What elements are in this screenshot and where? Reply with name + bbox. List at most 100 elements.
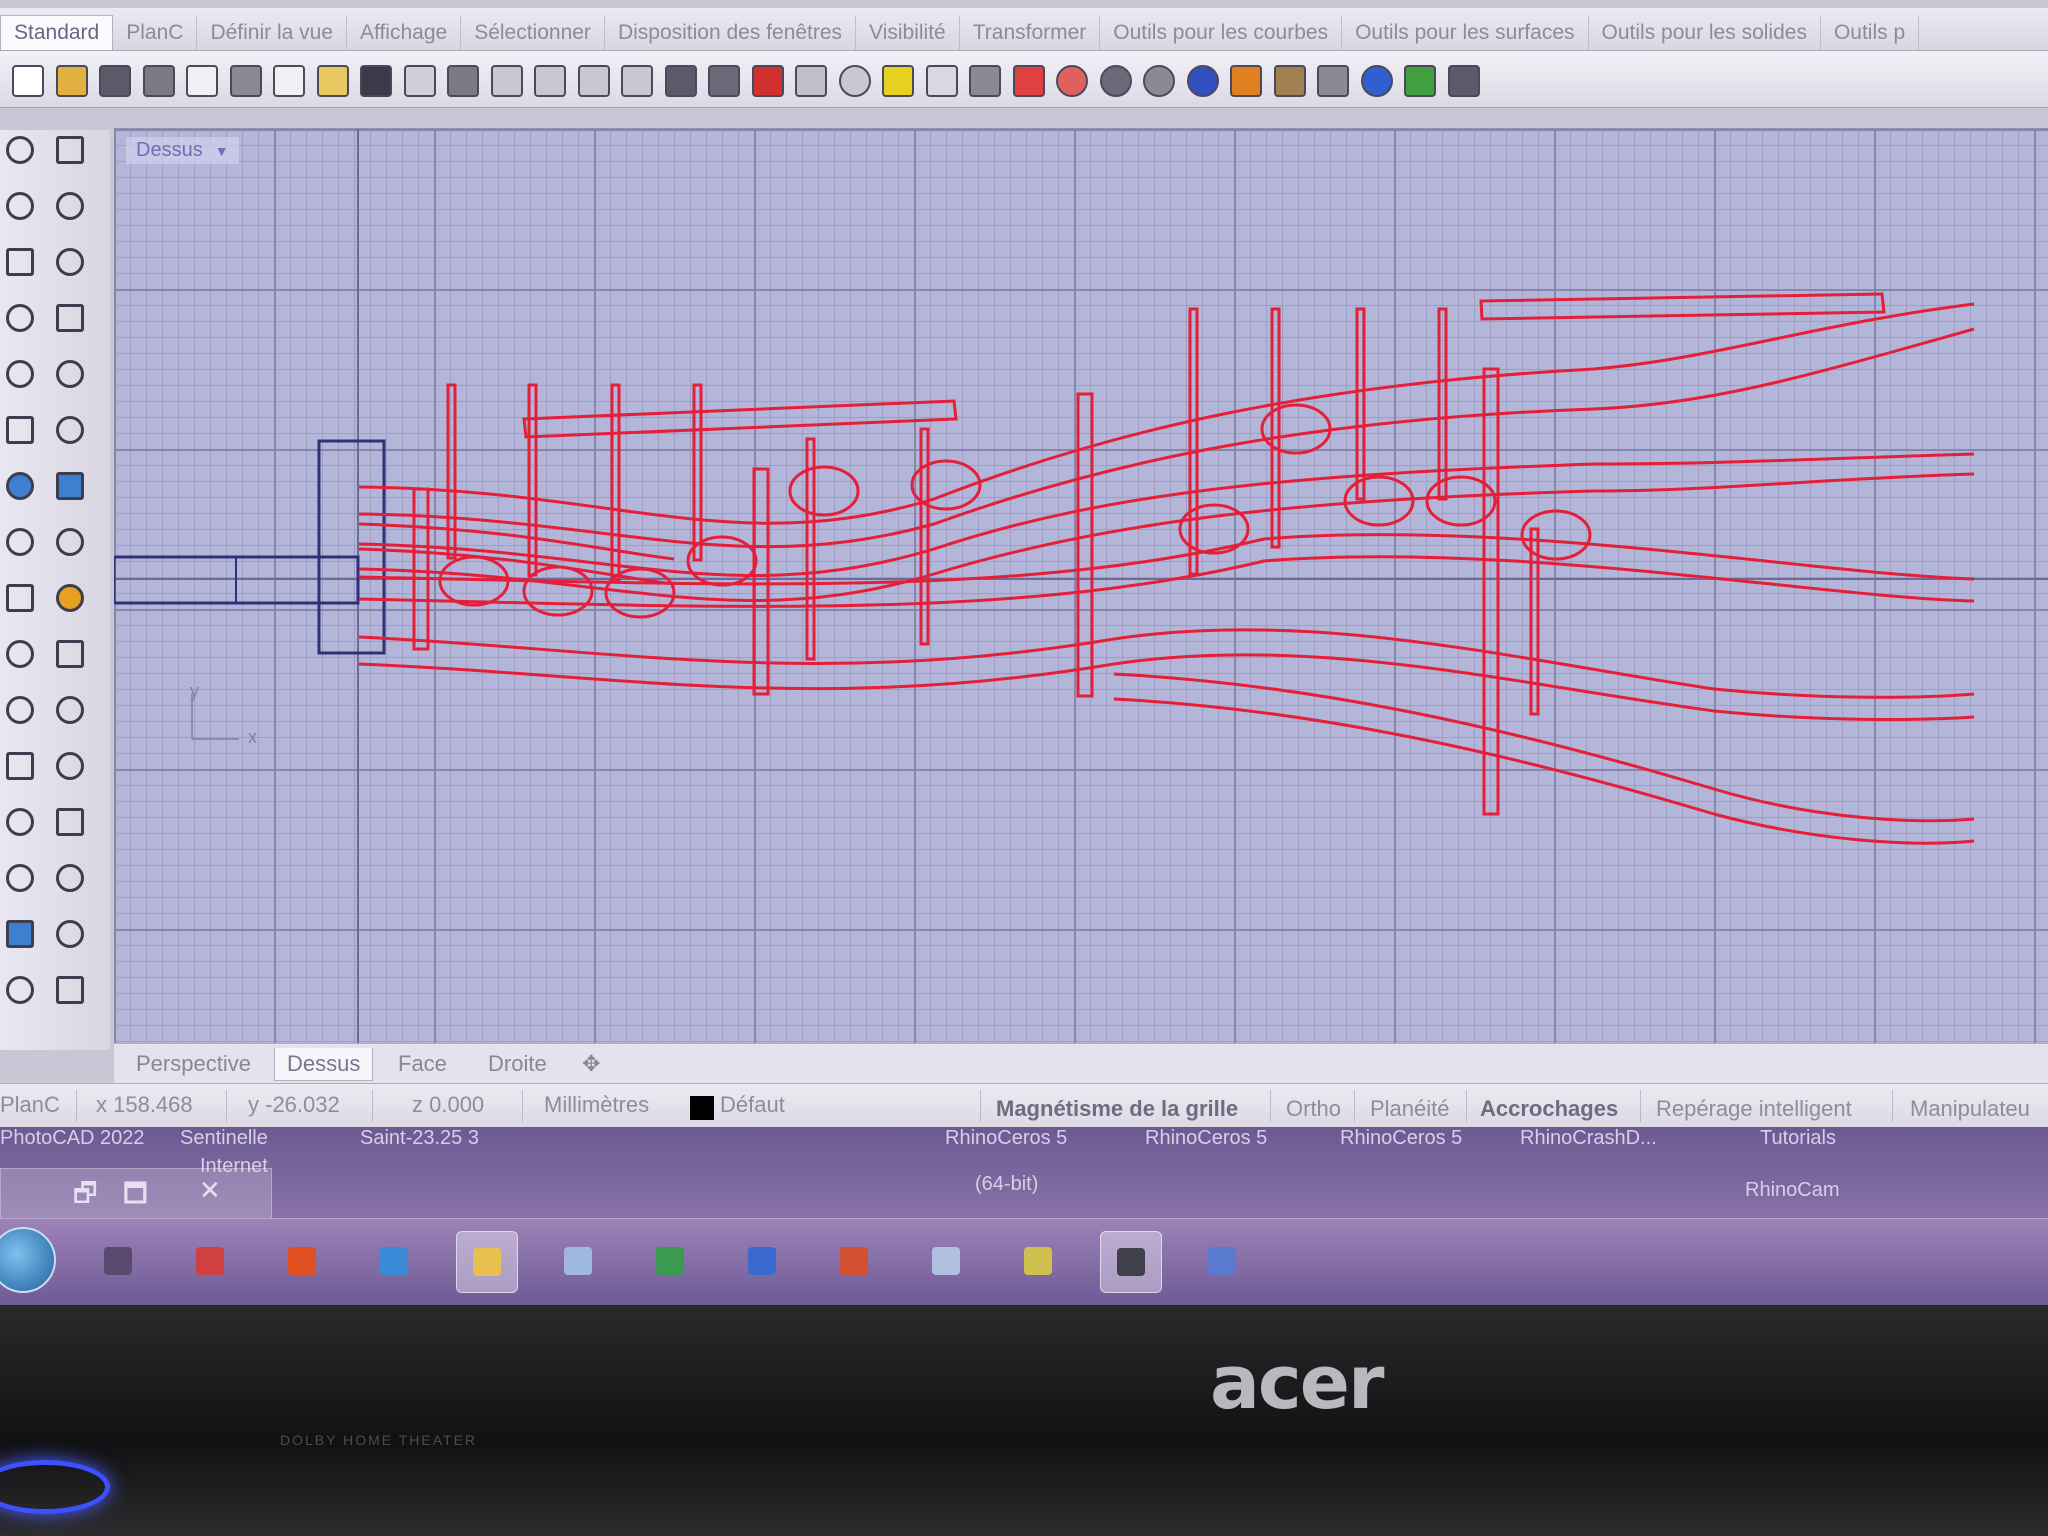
- explorer-folder-icon[interactable]: [456, 1231, 518, 1293]
- desktop-label[interactable]: Saint-23.25 3: [360, 1127, 479, 1150]
- move-view-icon[interactable]: [441, 59, 481, 99]
- tab-standard[interactable]: Standard: [0, 15, 114, 50]
- top-viewport[interactable]: Dessus ▼ y x: [114, 128, 2048, 1044]
- rotate-view-icon[interactable]: [659, 59, 699, 99]
- gumball-icon[interactable]: [1442, 59, 1482, 99]
- explode-icon[interactable]: [50, 578, 90, 618]
- dimension-icon[interactable]: [1224, 59, 1264, 99]
- surface-icon[interactable]: [0, 410, 40, 450]
- status-layer[interactable]: Défaut: [720, 1092, 785, 1118]
- status-units[interactable]: Millimètres: [544, 1092, 649, 1118]
- shaded-sphere-icon[interactable]: [1137, 59, 1177, 99]
- cut-icon[interactable]: [224, 59, 264, 99]
- tab-ribbon-9[interactable]: Outils pour les surfaces: [1342, 16, 1589, 50]
- minimized-window[interactable]: 🗗 🗖 ✕: [0, 1168, 272, 1222]
- extrude-icon[interactable]: [50, 410, 90, 450]
- clock-icon[interactable]: [833, 59, 873, 99]
- app-icon[interactable]: [1192, 1231, 1252, 1291]
- undo-icon[interactable]: [354, 59, 394, 99]
- help-icon[interactable]: [1355, 59, 1395, 99]
- tab-dessus[interactable]: Dessus: [274, 1048, 374, 1081]
- excel-icon[interactable]: [640, 1231, 700, 1291]
- wireframe-sphere-icon[interactable]: [1094, 59, 1134, 99]
- plane-surface-icon[interactable]: [50, 522, 90, 562]
- blend-icon[interactable]: [50, 746, 90, 786]
- lock-icon[interactable]: [963, 59, 1003, 99]
- rectangle-tool-icon[interactable]: [50, 186, 90, 226]
- open-icon[interactable]: [50, 59, 90, 99]
- word-icon[interactable]: [732, 1231, 792, 1291]
- tab-ribbon-4[interactable]: Sélectionner: [461, 16, 605, 50]
- measure-icon[interactable]: [50, 914, 90, 954]
- add-view-icon[interactable]: ✥: [570, 1048, 612, 1080]
- desktop-label[interactable]: RhinoCrashD...: [1520, 1127, 1657, 1150]
- office-icon[interactable]: [272, 1231, 332, 1291]
- desktop-label[interactable]: Tutorials: [1760, 1127, 1836, 1150]
- toggle-grid-snap[interactable]: Magnétisme de la grille: [996, 1096, 1238, 1122]
- print-icon[interactable]: [137, 59, 177, 99]
- desktop-label[interactable]: Sentinelle: [180, 1127, 268, 1150]
- points-icon[interactable]: [876, 59, 916, 99]
- array-icon[interactable]: [0, 858, 40, 898]
- save-icon[interactable]: [93, 59, 133, 99]
- tab-perspective[interactable]: Perspective: [124, 1048, 263, 1080]
- ellipse-icon[interactable]: [50, 242, 90, 282]
- tab-ribbon-7[interactable]: Transformer: [960, 16, 1101, 50]
- viewport-layout-icon[interactable]: [702, 59, 742, 99]
- tab-ribbon-11[interactable]: Outils p: [1821, 16, 1920, 50]
- point-icon[interactable]: [50, 130, 90, 170]
- render-sphere-icon[interactable]: [1181, 59, 1221, 99]
- tab-ribbon-3[interactable]: Affichage: [347, 16, 462, 50]
- offset-icon[interactable]: [0, 746, 40, 786]
- light-bulb-icon[interactable]: [920, 59, 960, 99]
- desktop-label[interactable]: (64-bit): [975, 1173, 1038, 1196]
- trim-icon[interactable]: [0, 634, 40, 674]
- block-icon[interactable]: [0, 914, 40, 954]
- media-icon[interactable]: [88, 1231, 148, 1291]
- desktop-label[interactable]: RhinoCeros 5: [945, 1127, 1067, 1150]
- polygon-icon[interactable]: [0, 298, 40, 338]
- desktop-label[interactable]: RhinoCeros 5: [1145, 1127, 1267, 1150]
- arc-icon[interactable]: [0, 354, 40, 394]
- tab-ribbon-2[interactable]: Définir la vue: [197, 16, 347, 50]
- toggle-planar[interactable]: Planéité: [1370, 1096, 1450, 1122]
- grid-snap-icon[interactable]: [1311, 59, 1351, 99]
- new-icon[interactable]: [6, 59, 46, 99]
- polyline-icon[interactable]: [0, 186, 40, 226]
- cylinder-icon[interactable]: [0, 522, 40, 562]
- layer-icon[interactable]: [1007, 59, 1047, 99]
- document-icon[interactable]: [548, 1231, 608, 1291]
- rhino-icon[interactable]: [1100, 1231, 1162, 1293]
- notepad-icon[interactable]: [916, 1231, 976, 1291]
- desktop-label[interactable]: RhinoCeros 5: [1340, 1127, 1462, 1150]
- zoom-extents-icon[interactable]: [572, 59, 612, 99]
- toggle-smarttrack[interactable]: Repérage intelligent: [1656, 1096, 1852, 1122]
- options-gear-icon[interactable]: [1268, 59, 1308, 99]
- scale-icon[interactable]: [50, 802, 90, 842]
- curve-icon[interactable]: [50, 354, 90, 394]
- tab-ribbon-6[interactable]: Visibilité: [856, 16, 960, 50]
- close-icon[interactable]: ✕: [199, 1175, 221, 1206]
- tab-ribbon-10[interactable]: Outils pour les solides: [1589, 16, 1821, 50]
- tab-ribbon-5[interactable]: Disposition des fenêtres: [605, 16, 857, 50]
- tab-droite[interactable]: Droite: [476, 1048, 559, 1080]
- text-icon[interactable]: [0, 802, 40, 842]
- copy-icon[interactable]: [267, 59, 307, 99]
- paint-icon[interactable]: [180, 1231, 240, 1291]
- fillet-icon[interactable]: [0, 690, 40, 730]
- zoom-selected-icon[interactable]: [615, 59, 655, 99]
- boolean-icon[interactable]: [0, 578, 40, 618]
- desktop-label[interactable]: PhotoCAD 2022: [0, 1127, 145, 1150]
- solid-box-icon[interactable]: [0, 466, 40, 506]
- plugin-icon[interactable]: [1398, 59, 1438, 99]
- mirror-icon[interactable]: [50, 858, 90, 898]
- toggle-ortho[interactable]: Ortho: [1286, 1096, 1341, 1122]
- select-arrow-icon[interactable]: [0, 130, 40, 170]
- restore-icon[interactable]: 🗗: [73, 1175, 97, 1219]
- maximize-icon[interactable]: 🗖: [123, 1175, 148, 1219]
- status-plane[interactable]: PlanC: [0, 1092, 60, 1118]
- box-outline-icon[interactable]: [50, 298, 90, 338]
- start-button[interactable]: [0, 1227, 56, 1293]
- zoom-window-icon[interactable]: [528, 59, 568, 99]
- split-icon[interactable]: [50, 634, 90, 674]
